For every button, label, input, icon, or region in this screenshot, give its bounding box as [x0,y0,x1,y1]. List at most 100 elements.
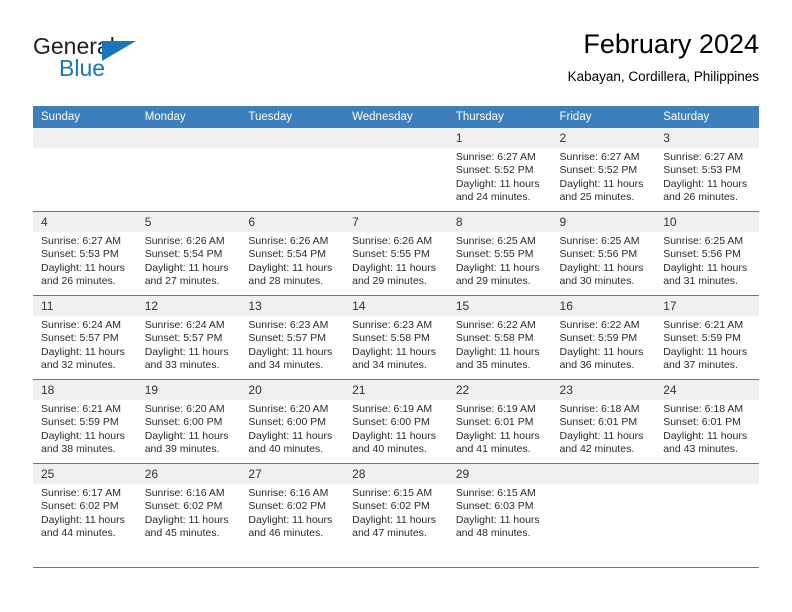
calendar-day-cell[interactable]: 10 Sunrise: 6:25 AM Sunset: 5:56 PM Dayligh… [655,211,759,296]
calendar-day-cell[interactable]: 22 Sunrise: 6:19 AM Sunset: 6:01 PM Dayligh… [447,379,552,464]
day-detail-line: and 40 minutes. [248,443,324,456]
day-detail-line: Sunrise: 6:24 AM [144,319,225,331]
day-detail-line: Sunrise: 6:26 AM [248,235,329,247]
day-detail-line: Daylight: 11 hours [144,513,229,526]
day-detail-line: Sunset: 6:01 PM [559,416,638,429]
calendar-day-cell[interactable]: 11 Sunrise: 6:24 AM Sunset: 5:57 PM Dayligh… [33,295,137,380]
weekday-header-saturday: Saturday [655,106,759,128]
day-details: Sunrise: 6:22 AM Sunset: 5:59 PM Daylight:… [552,316,656,373]
day-detail-line: and 33 minutes. [144,359,220,372]
calendar-week-row: 4 Sunrise: 6:27 AM Sunset: 5:53 PM Daylight… [33,211,759,296]
day-number: 24 [655,380,759,400]
calendar-day-cell-empty [344,128,448,212]
day-detail-line: Daylight: 11 hours [559,345,644,358]
day-detail-line: Sunset: 6:03 PM [455,500,534,513]
day-detail-line: and 40 minutes. [352,443,427,456]
day-detail-line: and 48 minutes. [455,527,531,540]
calendar-day-cell[interactable]: 13 Sunrise: 6:23 AM Sunset: 5:57 PM Dayligh… [240,295,345,380]
calendar-day-cell[interactable]: 9 Sunrise: 6:25 AM Sunset: 5:56 PM Daylight… [551,211,656,296]
day-detail-line: Sunset: 6:02 PM [248,500,327,513]
day-detail-line: and 37 minutes. [663,359,738,372]
calendar-day-cell[interactable]: 18 Sunrise: 6:21 AM Sunset: 5:59 PM Dayligh… [33,379,137,464]
day-number: 19 [136,380,241,400]
calendar-day-cell[interactable]: 25 Sunrise: 6:17 AM Sunset: 6:02 PM Dayligh… [33,463,137,547]
day-details [344,148,448,151]
day-detail-line: Sunrise: 6:18 AM [663,403,744,415]
day-detail-line: Sunset: 5:53 PM [41,248,119,261]
day-details [655,484,759,487]
calendar-day-cell-empty [136,128,241,212]
day-detail-line: Daylight: 11 hours [455,513,540,526]
day-details: Sunrise: 6:23 AM Sunset: 5:57 PM Daylight:… [240,316,344,373]
day-details: Sunrise: 6:21 AM Sunset: 5:59 PM Daylight:… [655,316,759,373]
calendar-day-cell[interactable]: 16 Sunrise: 6:22 AM Sunset: 5:59 PM Dayligh… [551,295,656,380]
day-details: Sunrise: 6:18 AM Sunset: 6:01 PM Daylight:… [552,400,656,457]
calendar-day-cell[interactable]: 27 Sunrise: 6:16 AM Sunset: 6:02 PM Dayligh… [240,463,345,547]
day-detail-line: and 34 minutes. [352,359,427,372]
day-details: Sunrise: 6:20 AM Sunset: 6:00 PM Daylight:… [240,400,344,457]
day-detail-line: Sunset: 5:57 PM [248,332,327,345]
day-details: Sunrise: 6:18 AM Sunset: 6:01 PM Daylight:… [655,400,759,457]
day-detail-line: and 29 minutes. [352,275,427,288]
calendar-day-cell[interactable]: 20 Sunrise: 6:20 AM Sunset: 6:00 PM Dayligh… [240,379,345,464]
day-detail-line: Daylight: 11 hours [455,177,540,190]
day-number: 5 [136,212,241,232]
day-number: 11 [33,296,137,316]
day-details: Sunrise: 6:21 AM Sunset: 5:59 PM Daylight:… [33,400,137,457]
calendar-day-cell[interactable]: 19 Sunrise: 6:20 AM Sunset: 6:00 PM Dayligh… [136,379,241,464]
day-details: Sunrise: 6:24 AM Sunset: 5:57 PM Daylight:… [137,316,241,373]
calendar-day-cell[interactable]: 17 Sunrise: 6:21 AM Sunset: 5:59 PM Dayligh… [655,295,759,380]
calendar-day-cell[interactable]: 21 Sunrise: 6:19 AM Sunset: 6:00 PM Dayligh… [344,379,448,464]
calendar-day-cell[interactable]: 15 Sunrise: 6:22 AM Sunset: 5:58 PM Dayligh… [447,295,552,380]
day-number: 23 [551,380,656,400]
calendar-day-cell[interactable]: 24 Sunrise: 6:18 AM Sunset: 6:01 PM Dayligh… [655,379,759,464]
day-detail-line: and 35 minutes. [455,359,531,372]
title-block: February 2024 Kabayan, Cordillera, Phili… [568,28,759,85]
calendar-day-cell[interactable]: 14 Sunrise: 6:23 AM Sunset: 5:58 PM Dayligh… [344,295,448,380]
day-detail-line: Sunrise: 6:16 AM [144,487,225,499]
day-details: Sunrise: 6:26 AM Sunset: 5:54 PM Daylight:… [137,232,241,289]
weekday-header-thursday: Thursday [447,106,552,128]
day-detail-line: Daylight: 11 hours [144,429,229,442]
calendar-day-cell[interactable]: 4 Sunrise: 6:27 AM Sunset: 5:53 PM Daylight… [33,211,137,296]
day-detail-line: Daylight: 11 hours [663,345,748,358]
day-detail-line: Sunset: 5:56 PM [663,248,741,261]
calendar-day-cell[interactable]: 23 Sunrise: 6:18 AM Sunset: 6:01 PM Dayligh… [551,379,656,464]
calendar-day-cell[interactable]: 3 Sunrise: 6:27 AM Sunset: 5:53 PM Daylight… [655,128,759,212]
day-number: 2 [551,128,656,148]
day-number: 15 [447,296,552,316]
day-number: 22 [447,380,552,400]
calendar-day-cell[interactable]: 8 Sunrise: 6:25 AM Sunset: 5:55 PM Daylight… [447,211,552,296]
day-number [240,128,345,148]
day-detail-line: Daylight: 11 hours [559,429,644,442]
day-detail-line: Sunrise: 6:26 AM [144,235,225,247]
calendar-day-cell[interactable]: 6 Sunrise: 6:26 AM Sunset: 5:54 PM Daylight… [240,211,345,296]
day-detail-line: Sunset: 5:53 PM [663,164,741,177]
day-detail-line: Daylight: 11 hours [41,345,125,358]
calendar-day-cell[interactable]: 29 Sunrise: 6:15 AM Sunset: 6:03 PM Dayligh… [447,463,552,547]
calendar-day-cell[interactable]: 28 Sunrise: 6:15 AM Sunset: 6:02 PM Dayligh… [344,463,448,547]
calendar-day-cell[interactable]: 7 Sunrise: 6:26 AM Sunset: 5:55 PM Daylight… [344,211,448,296]
day-detail-line: Daylight: 11 hours [248,429,333,442]
day-number: 9 [551,212,656,232]
day-detail-line: and 34 minutes. [248,359,324,372]
day-detail-line: Daylight: 11 hours [41,261,125,274]
day-detail-line: Daylight: 11 hours [352,429,436,442]
day-detail-line: Sunset: 5:54 PM [248,248,327,261]
day-detail-line: Sunrise: 6:22 AM [455,319,536,331]
day-detail-line: and 25 minutes. [559,191,635,204]
calendar-day-cell[interactable]: 12 Sunrise: 6:24 AM Sunset: 5:57 PM Dayligh… [136,295,241,380]
calendar-day-cell[interactable]: 5 Sunrise: 6:26 AM Sunset: 5:54 PM Daylight… [136,211,241,296]
day-number: 3 [655,128,759,148]
calendar-day-cell[interactable]: 26 Sunrise: 6:16 AM Sunset: 6:02 PM Dayligh… [136,463,241,547]
day-detail-line: Sunrise: 6:27 AM [455,151,536,163]
day-detail-line: Sunset: 5:54 PM [144,248,223,261]
day-number: 14 [344,296,448,316]
day-details: Sunrise: 6:27 AM Sunset: 5:53 PM Daylight:… [33,232,137,289]
day-detail-line: Daylight: 11 hours [41,513,125,526]
day-number [344,128,448,148]
calendar-day-cell[interactable]: 1 Sunrise: 6:27 AM Sunset: 5:52 PM Daylight… [447,128,552,212]
calendar-day-cell[interactable]: 2 Sunrise: 6:27 AM Sunset: 5:52 PM Daylight… [551,128,656,212]
brand-logo[interactable]: General Blue [33,33,213,89]
day-number: 25 [33,464,137,484]
